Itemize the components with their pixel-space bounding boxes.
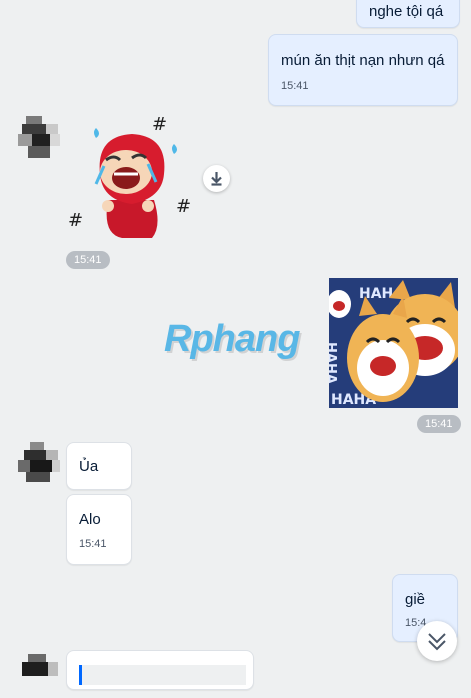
message-time-pill: 15:41 (417, 415, 461, 433)
message-bubble-outgoing[interactable]: mún ăn thịt nạn nhưn qá 15:41 (268, 34, 458, 106)
message-bubble-incoming[interactable] (66, 650, 254, 690)
message-bubble-incoming[interactable]: Alo 15:41 (66, 494, 132, 565)
message-text: Ủa (79, 458, 99, 475)
avatar[interactable] (18, 116, 62, 160)
scroll-to-bottom-button[interactable] (417, 621, 457, 661)
crying-red-hood-girl-sticker[interactable]: # # # (66, 114, 198, 244)
message-bubble-incoming[interactable]: Ủa (66, 442, 132, 490)
laughing-shiba-dogs-sticker[interactable]: HAHA HAHA HAHA (329, 278, 458, 408)
message-text: giề (405, 591, 426, 608)
watermark: Rphang (164, 318, 300, 361)
svg-text:#: # (176, 196, 191, 217)
message-bubble-outgoing[interactable]: nghe tội qá (356, 0, 460, 28)
avatar[interactable] (18, 442, 62, 486)
svg-text:HAHA: HAHA (329, 342, 338, 384)
message-time: 15:41 (281, 80, 309, 92)
message-time-pill: 15:41 (66, 251, 110, 269)
message-time: 15:41 (79, 538, 107, 550)
download-button[interactable] (203, 165, 230, 192)
message-text: Alo (79, 511, 101, 528)
link-preview[interactable] (79, 665, 246, 685)
svg-text:#: # (68, 210, 83, 231)
message-text: nghe tội qá (369, 3, 444, 20)
chevrons-down-icon (428, 633, 446, 651)
download-icon (211, 172, 222, 186)
watermark-text: Rphang (164, 318, 300, 360)
avatar[interactable] (18, 654, 62, 698)
message-text: mún ăn thịt nạn nhưn qá (281, 52, 445, 69)
svg-text:#: # (152, 114, 167, 135)
